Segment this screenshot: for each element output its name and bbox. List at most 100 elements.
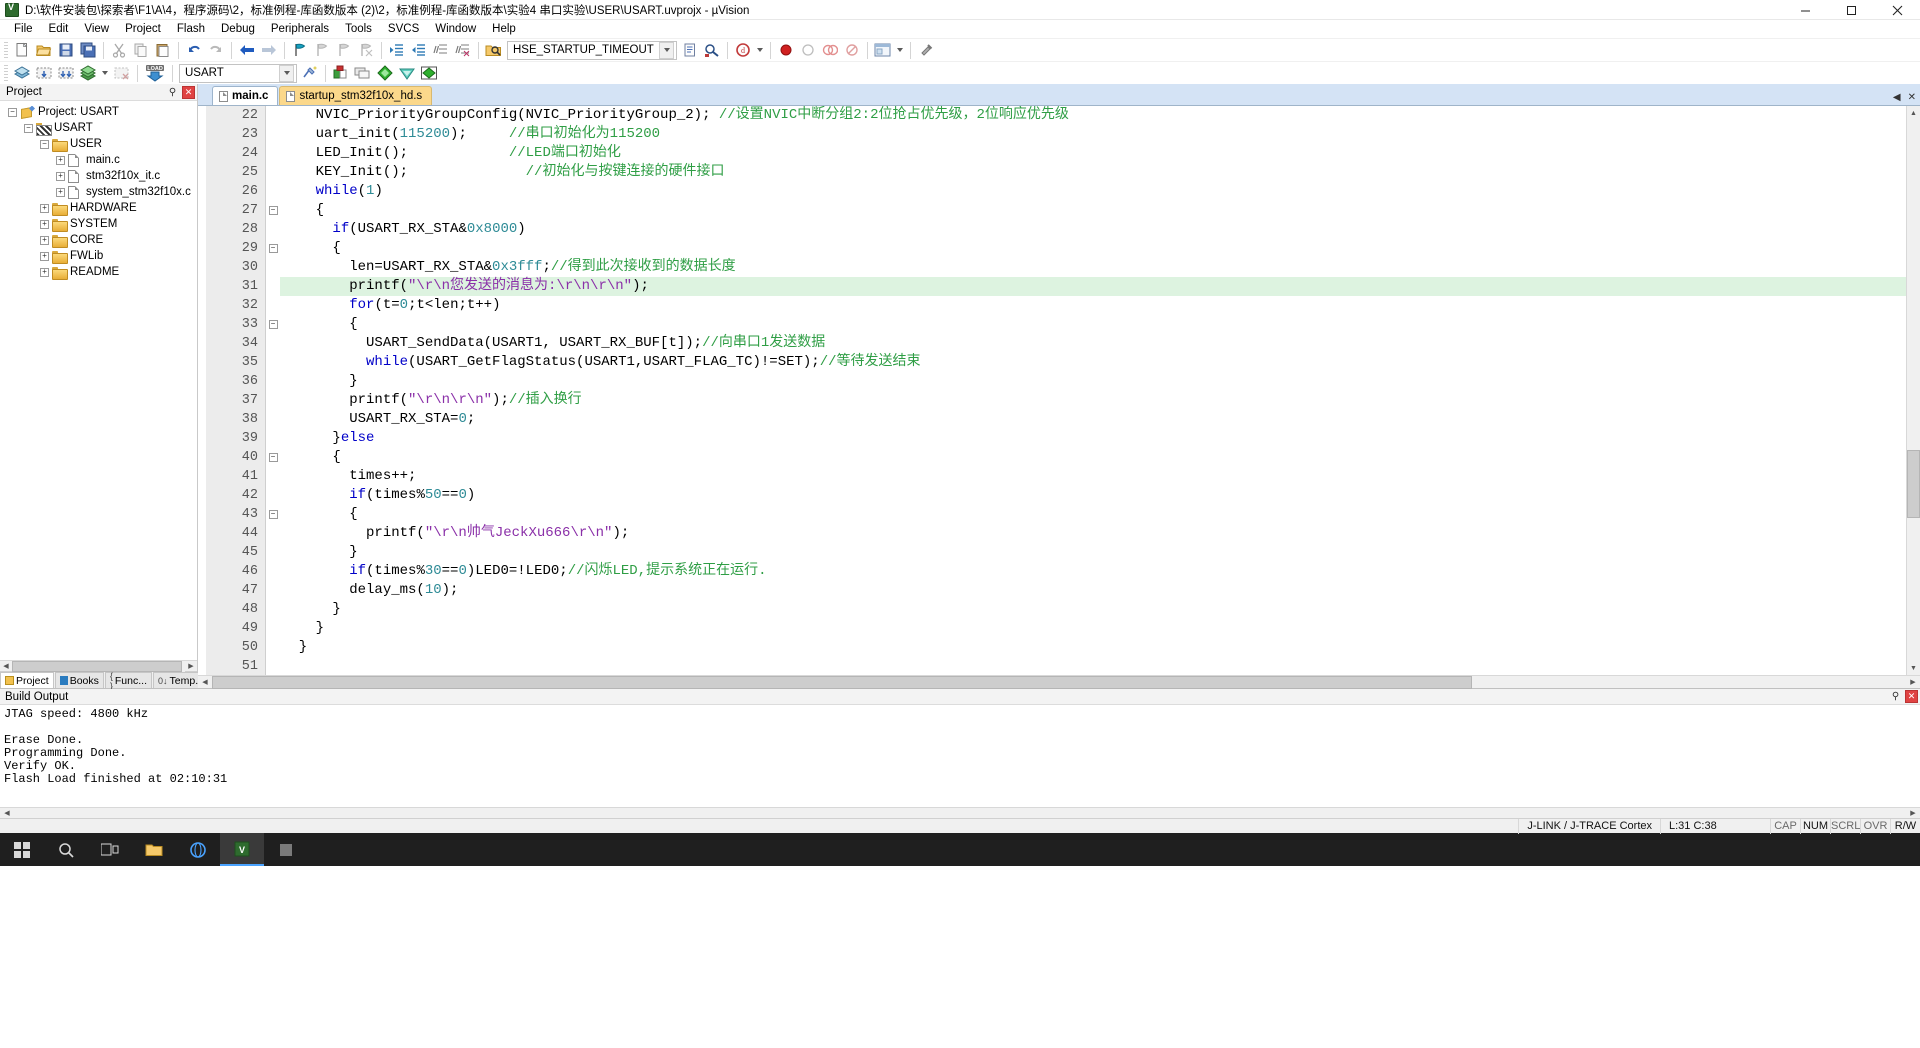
code-line[interactable]: LED_Init(); //LED端口初始化 <box>280 144 1906 163</box>
menu-svcs[interactable]: SVCS <box>380 22 427 36</box>
code-line[interactable]: } <box>280 372 1906 391</box>
configure-toolbar-icon[interactable] <box>915 40 937 61</box>
navigate-forward-icon[interactable] <box>258 40 280 61</box>
code-line[interactable]: } <box>280 638 1906 657</box>
open-file-icon[interactable] <box>33 40 55 61</box>
close-button[interactable] <box>1874 0 1920 20</box>
find-next-icon[interactable] <box>701 40 723 61</box>
disable-breakpoints-icon[interactable] <box>797 40 819 61</box>
code-line[interactable]: { <box>280 315 1906 334</box>
editor-vscrollbar[interactable]: ▲ ▼ <box>1906 106 1920 675</box>
code-line[interactable]: while(USART_GetFlagStatus(USART1,USART_F… <box>280 353 1906 372</box>
code-line[interactable]: while(1) <box>280 182 1906 201</box>
bookmark-prev-icon[interactable] <box>311 40 333 61</box>
configure-wizard-icon[interactable] <box>396 63 418 84</box>
tabstrip-scroll-left-icon[interactable]: ◀ <box>1893 92 1901 103</box>
menu-tools[interactable]: Tools <box>337 22 380 36</box>
code-line[interactable]: USART_SendData(USART1, USART_RX_BUF[t]);… <box>280 334 1906 353</box>
editor-hscrollbar[interactable]: ◀ ▶ <box>198 675 1920 688</box>
code-line[interactable]: printf("\r\n\r\n");//插入换行 <box>280 391 1906 410</box>
outdent-icon[interactable] <box>408 40 430 61</box>
search-target-icon[interactable]: d <box>732 40 754 61</box>
code-line[interactable]: times++; <box>280 467 1906 486</box>
expander-icon[interactable]: + <box>40 268 49 277</box>
manage-runtime-icon[interactable] <box>418 63 440 84</box>
tree-item-group-system[interactable]: + SYSTEM <box>0 216 197 232</box>
tab-project[interactable]: Project <box>0 672 54 688</box>
code-line[interactable]: if(times%30==0)LED0=!LED0;//闪烁LED,提示系统正在… <box>280 562 1906 581</box>
uncomment-icon[interactable] <box>452 40 474 61</box>
code-editor[interactable]: 2223242526272829303132333435363738394041… <box>198 105 1920 675</box>
tree-item-group-user[interactable]: − USER <box>0 136 197 152</box>
bookmark-toggle-icon[interactable] <box>289 40 311 61</box>
pin-icon[interactable]: ⚲ <box>166 86 179 99</box>
menu-view[interactable]: View <box>76 22 117 36</box>
code-line[interactable]: if(USART_RX_STA&0x8000) <box>280 220 1906 239</box>
code-line[interactable]: len=USART_RX_STA&0x3fff;//得到此次接收到的数据长度 <box>280 258 1906 277</box>
fold-marker[interactable]: − <box>266 448 280 467</box>
stop-build-icon[interactable] <box>111 63 133 84</box>
expander-icon[interactable]: + <box>40 220 49 229</box>
editor-tab-startup-stm32f10x-hd-s[interactable]: startup_stm32f10x_hd.s <box>279 86 432 105</box>
code-line[interactable]: KEY_Init(); //初始化与按键连接的硬件接口 <box>280 163 1906 182</box>
save-all-icon[interactable] <box>77 40 99 61</box>
code-text[interactable]: NVIC_PriorityGroupConfig(NVIC_PriorityGr… <box>280 106 1906 675</box>
scroll-track[interactable] <box>14 807 1906 820</box>
task-view-icon[interactable] <box>88 833 132 866</box>
fold-marker[interactable]: − <box>266 315 280 334</box>
code-line[interactable]: printf("\r\n您发送的消息为:\r\n\r\n"); <box>280 277 1906 296</box>
code-line[interactable]: NVIC_PriorityGroupConfig(NVIC_PriorityGr… <box>280 106 1906 125</box>
menu-flash[interactable]: Flash <box>169 22 213 36</box>
multi-project-icon[interactable] <box>352 63 374 84</box>
scroll-thumb[interactable] <box>1907 450 1920 518</box>
code-line[interactable]: { <box>280 448 1906 467</box>
code-line[interactable]: } <box>280 619 1906 638</box>
rebuild-icon[interactable] <box>55 63 77 84</box>
tab-books[interactable]: Books <box>55 672 104 688</box>
redo-icon[interactable] <box>205 40 227 61</box>
pin-icon[interactable]: ⚲ <box>1889 690 1902 703</box>
bookmark-clear-icon[interactable] <box>355 40 377 61</box>
scroll-right-icon[interactable]: ▶ <box>1906 676 1920 689</box>
expander-icon[interactable]: + <box>56 172 65 181</box>
toolbar-grip[interactable] <box>4 65 8 82</box>
close-icon[interactable]: ✕ <box>1905 690 1918 703</box>
find-combo[interactable]: HSE_STARTUP_TIMEOUT <box>507 41 677 60</box>
build-icon[interactable] <box>11 63 33 84</box>
save-icon[interactable] <box>55 40 77 61</box>
code-line[interactable]: if(times%50==0) <box>280 486 1906 505</box>
code-line[interactable]: } <box>280 600 1906 619</box>
code-line[interactable]: for(t=0;t<len;t++) <box>280 296 1906 315</box>
scroll-thumb[interactable] <box>12 661 182 672</box>
download-icon[interactable]: LOAD <box>142 63 168 84</box>
code-line[interactable]: USART_RX_STA=0; <box>280 410 1906 429</box>
search-target-dropdown[interactable] <box>754 40 766 61</box>
window-layout-dropdown[interactable] <box>894 40 906 61</box>
code-line[interactable]: uart_init(115200); //串口初始化为115200 <box>280 125 1906 144</box>
find-input-value[interactable]: HSE_STARTUP_TIMEOUT <box>513 44 654 56</box>
scroll-down-icon[interactable]: ▼ <box>1907 661 1920 675</box>
search-icon[interactable] <box>44 833 88 866</box>
expander-icon[interactable]: + <box>40 252 49 261</box>
target-select-value[interactable]: USART <box>185 67 224 79</box>
editor-tab-main-c[interactable]: main.c <box>212 86 278 105</box>
comment-icon[interactable] <box>430 40 452 61</box>
target-options-icon[interactable] <box>299 63 321 84</box>
keil-icon[interactable]: V <box>220 833 264 866</box>
fold-marker[interactable]: − <box>266 505 280 524</box>
scroll-track[interactable] <box>12 661 185 672</box>
menu-window[interactable]: Window <box>427 22 484 36</box>
menu-peripherals[interactable]: Peripherals <box>263 22 337 36</box>
expander-icon[interactable]: − <box>24 124 33 133</box>
menu-file[interactable]: File <box>6 22 41 36</box>
pack-installer-icon[interactable] <box>374 63 396 84</box>
code-line[interactable]: printf("\r\n帅气JeckXu666\r\n"); <box>280 524 1906 543</box>
tree-item-group-hardware[interactable]: + HARDWARE <box>0 200 197 216</box>
tree-item-target-usart[interactable]: − USART <box>0 120 197 136</box>
enable-breakpoints-icon[interactable] <box>841 40 863 61</box>
tree-item-file-stm32f10x-it-c[interactable]: + stm32f10x_it.c <box>0 168 197 184</box>
tab-functions[interactable]: { } Func... <box>105 672 152 688</box>
menu-project[interactable]: Project <box>117 22 169 36</box>
target-combo-arrow[interactable] <box>279 65 294 82</box>
fold-marker[interactable]: − <box>266 201 280 220</box>
